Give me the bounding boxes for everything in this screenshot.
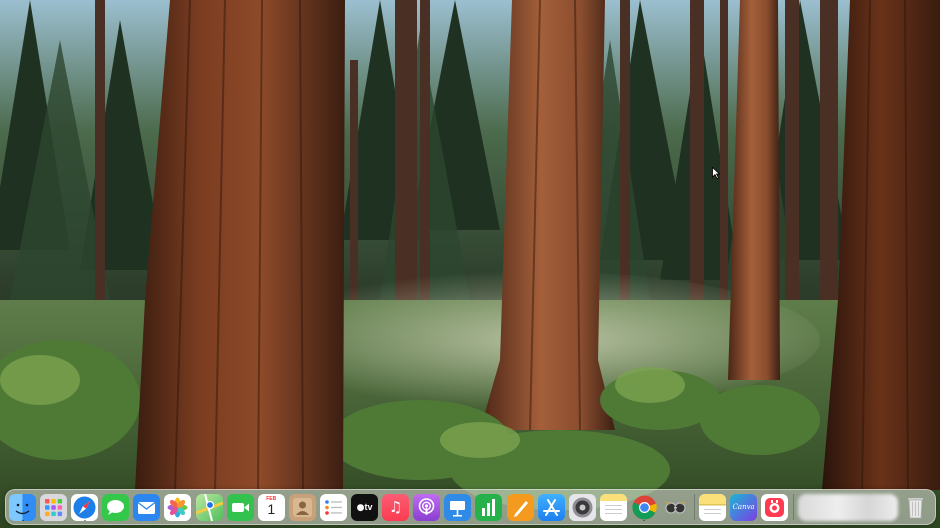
- dock-redacted-area: [798, 493, 899, 521]
- recorder-icon: [765, 497, 785, 517]
- dock-app-app-store[interactable]: [537, 493, 565, 521]
- dock-app-keynote[interactable]: [444, 493, 472, 521]
- reminders-icon: [325, 499, 342, 515]
- dock-app-music[interactable]: ♫: [382, 493, 410, 521]
- dock-recent-notes[interactable]: [699, 493, 727, 521]
- finder-icon: [15, 503, 30, 514]
- dock: FEB 1 ●tv ♫ Canva: [5, 489, 936, 525]
- dock-app-reminders[interactable]: [319, 493, 347, 521]
- dock-app-pages[interactable]: [506, 493, 534, 521]
- dock-app-maps[interactable]: [195, 493, 223, 521]
- dock-app-mail[interactable]: [133, 493, 161, 521]
- dock-app-screen-recorder[interactable]: [761, 493, 789, 521]
- dock-app-numbers[interactable]: [475, 493, 503, 521]
- dock-app-tv[interactable]: ●tv: [351, 493, 379, 521]
- messages-icon: [107, 499, 125, 515]
- safari-icon: [73, 496, 96, 518]
- desktop-wallpaper: [0, 0, 940, 528]
- canva-label: Canva: [732, 503, 755, 511]
- chrome-icon: [632, 495, 657, 519]
- dock-app-finder[interactable]: [9, 493, 36, 521]
- dock-trash[interactable]: [902, 494, 929, 521]
- photos-icon: [167, 497, 188, 517]
- mail-icon: [137, 501, 156, 514]
- contacts-icon: [292, 497, 312, 517]
- dock-separator: [694, 494, 696, 520]
- dock-app-launchpad[interactable]: [40, 493, 68, 521]
- dock-app-facetime[interactable]: [226, 493, 254, 521]
- tv-label: tv: [364, 501, 373, 512]
- dock-app-contacts[interactable]: [288, 493, 316, 521]
- dock-separator: [793, 494, 795, 520]
- dock-app-system-settings[interactable]: [568, 493, 596, 521]
- mouse-cursor-icon: [712, 167, 720, 179]
- dock-app-notes[interactable]: [599, 493, 627, 521]
- apple-tv-icon: ●tv: [357, 502, 373, 513]
- dock-app-messages[interactable]: [102, 493, 130, 521]
- launchpad-icon: [45, 498, 63, 516]
- dock-app-canva[interactable]: Canva: [730, 493, 758, 521]
- calendar-day: 1: [267, 500, 276, 517]
- notes-icon: [599, 493, 627, 514]
- maps-icon: [195, 493, 223, 521]
- dock-app-calendar[interactable]: FEB 1: [257, 493, 285, 521]
- podcasts-icon: [418, 497, 435, 515]
- keynote-icon: [450, 500, 466, 516]
- dock-app-safari[interactable]: [71, 493, 99, 521]
- numbers-icon: [482, 498, 496, 516]
- trash-icon: [908, 497, 924, 518]
- pages-icon: [513, 500, 528, 517]
- preview-icon: [665, 500, 686, 514]
- music-icon: ♫: [388, 497, 403, 516]
- dock-app-photos[interactable]: [164, 493, 192, 521]
- dock-app-preview[interactable]: [662, 494, 689, 521]
- dock-app-chrome[interactable]: [631, 494, 658, 521]
- facetime-icon: [231, 502, 249, 512]
- notes-icon: [699, 493, 727, 514]
- gear-icon: [572, 497, 593, 517]
- dock-app-podcasts[interactable]: [413, 493, 441, 521]
- app-store-icon: [542, 498, 560, 516]
